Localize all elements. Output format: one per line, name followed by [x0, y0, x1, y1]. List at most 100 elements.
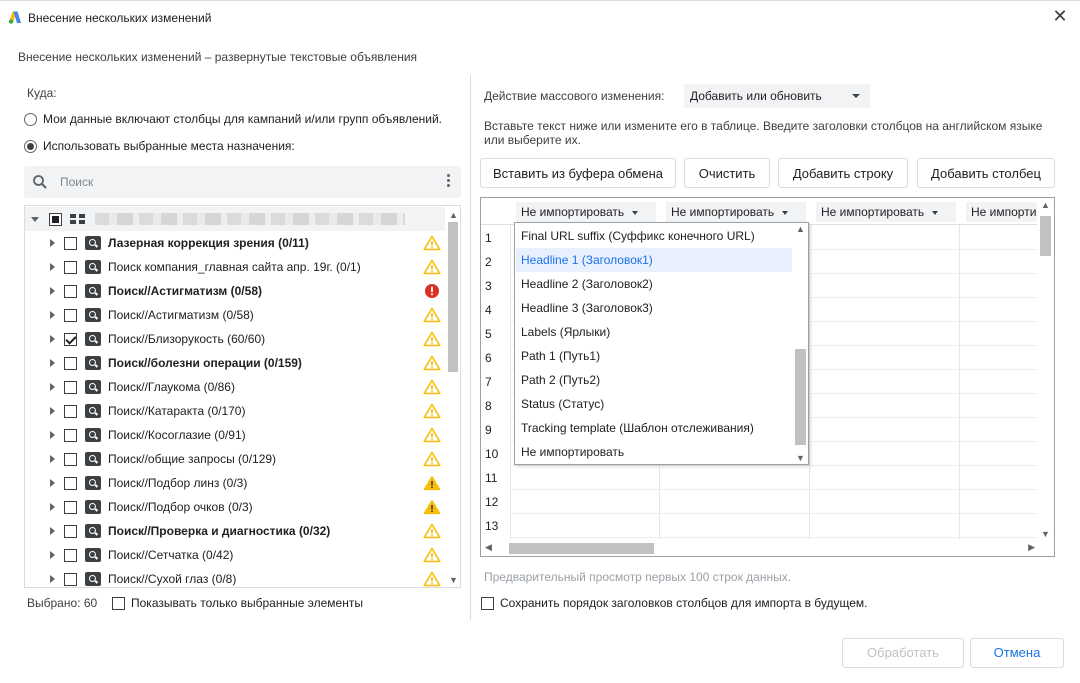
scrollbar-thumb[interactable]: [1040, 216, 1051, 256]
expand-caret-icon[interactable]: [50, 239, 55, 247]
expand-caret-icon[interactable]: [50, 335, 55, 343]
column-header-select[interactable]: Не импортировать: [666, 202, 806, 222]
expand-caret-icon[interactable]: [50, 263, 55, 271]
radio-data-includes-columns[interactable]: Мои данные включают столбцы для кампаний…: [24, 111, 442, 127]
scroll-up-icon[interactable]: ▲: [796, 224, 805, 234]
tree-row-campaign[interactable]: Поиск//Косоглазие (0/91): [25, 423, 445, 447]
warning-icon: [423, 427, 441, 443]
dropdown-option[interactable]: Labels (Ярлыки): [516, 320, 792, 344]
scrollbar-thumb[interactable]: [795, 349, 806, 445]
process-button[interactable]: Обработать: [842, 638, 964, 668]
save-column-order-checkbox[interactable]: [481, 596, 494, 610]
tree-row-campaign[interactable]: Поиск//Проверка и диагностика (0/32): [25, 519, 445, 543]
dropdown-option[interactable]: Tracking template (Шаблон отслеживания): [516, 416, 792, 440]
tree-row-campaign[interactable]: Поиск//Глаукома (0/86): [25, 375, 445, 399]
dropdown-option[interactable]: Headline 1 (Заголовок1): [516, 248, 792, 272]
tree-scrollbar[interactable]: ▲ ▼: [445, 206, 460, 587]
expand-caret-icon[interactable]: [50, 455, 55, 463]
close-icon[interactable]: ✕: [1050, 6, 1070, 26]
campaign-checkbox[interactable]: [64, 308, 77, 322]
dropdown-option[interactable]: Path 1 (Путь1): [516, 344, 792, 368]
add-column-button[interactable]: Добавить столбец: [917, 158, 1055, 188]
expand-caret-icon[interactable]: [50, 311, 55, 319]
scroll-right-icon[interactable]: ▶: [1028, 542, 1035, 553]
radio-button-selected[interactable]: [24, 139, 37, 153]
radio-use-selected-destinations[interactable]: Использовать выбранные места назначения:: [24, 138, 295, 154]
campaign-checkbox[interactable]: [64, 332, 77, 346]
clear-button[interactable]: Очистить: [684, 158, 770, 188]
paste-from-clipboard-button[interactable]: Вставить из буфера обмена: [480, 158, 676, 188]
campaign-checkbox[interactable]: [64, 380, 77, 394]
expand-caret-icon[interactable]: [50, 431, 55, 439]
cancel-button[interactable]: Отмена: [970, 638, 1064, 668]
dropdown-option[interactable]: Не импортировать: [516, 440, 792, 464]
search-input[interactable]: [58, 173, 418, 191]
dropdown-option[interactable]: Headline 2 (Заголовок2): [516, 272, 792, 296]
campaign-checkbox[interactable]: [64, 572, 77, 586]
dropdown-option[interactable]: Status (Статус): [516, 392, 792, 416]
save-column-order-option[interactable]: Сохранить порядок заголовков столбцов дл…: [481, 596, 868, 610]
campaign-checkbox[interactable]: [64, 476, 77, 490]
add-row-button[interactable]: Добавить строку: [778, 158, 908, 188]
root-checkbox[interactable]: [49, 212, 62, 226]
tree-row-campaign[interactable]: Поиск//болезни операции (0/159): [25, 351, 445, 375]
tree-row-campaign[interactable]: Поиск//общие запросы (0/129): [25, 447, 445, 471]
tree-row-campaign[interactable]: Поиск//Сухой глаз (0/8): [25, 567, 445, 587]
tree-row-campaign[interactable]: Поиск//Астигматизм (0/58): [25, 303, 445, 327]
campaign-checkbox[interactable]: [64, 260, 77, 274]
grid-horizontal-scrollbar[interactable]: ◀ ▶: [481, 540, 1041, 556]
campaign-checkbox[interactable]: [64, 404, 77, 418]
expand-caret-icon[interactable]: [50, 575, 55, 583]
expand-caret-icon[interactable]: [50, 551, 55, 559]
grid-row-line: [511, 537, 1041, 538]
tree-row-campaign[interactable]: Поиск компания_главная сайта апр. 19г. (…: [25, 255, 445, 279]
tree-row-campaign[interactable]: Поиск//Сетчатка (0/42): [25, 543, 445, 567]
campaign-checkbox[interactable]: [64, 356, 77, 370]
expand-caret-icon[interactable]: [31, 216, 39, 222]
scroll-left-icon[interactable]: ◀: [485, 542, 492, 553]
more-options-icon[interactable]: [447, 174, 451, 190]
tree-row-campaign[interactable]: Поиск//Катаракта (0/170): [25, 399, 445, 423]
expand-caret-icon[interactable]: [50, 287, 55, 295]
expand-caret-icon[interactable]: [50, 527, 55, 535]
campaign-checkbox[interactable]: [64, 284, 77, 298]
column-header-select[interactable]: Не импортировать: [816, 202, 956, 222]
expand-caret-icon[interactable]: [50, 479, 55, 487]
scroll-down-icon[interactable]: ▼: [1041, 529, 1050, 539]
campaign-checkbox[interactable]: [64, 428, 77, 442]
tree-row-campaign[interactable]: Поиск//Подбор очков (0/3): [25, 495, 445, 519]
column-type-dropdown[interactable]: Final URL suffix (Суффикс конечного URL)…: [514, 222, 809, 465]
tree-row-campaign[interactable]: Лазерная коррекция зрения (0/11): [25, 231, 445, 255]
column-header-select[interactable]: Не импортировать: [516, 202, 656, 222]
mass-action-select[interactable]: Добавить или обновить: [684, 84, 870, 108]
scroll-down-icon[interactable]: ▼: [449, 575, 458, 585]
expand-caret-icon[interactable]: [50, 503, 55, 511]
scrollbar-thumb[interactable]: [509, 543, 654, 554]
column-header-select[interactable]: Не импортировать: [966, 202, 1041, 222]
campaign-checkbox[interactable]: [64, 236, 77, 250]
grid-vertical-scrollbar[interactable]: ▲ ▼: [1037, 198, 1054, 541]
dropdown-option[interactable]: Path 2 (Путь2): [516, 368, 792, 392]
campaign-checkbox[interactable]: [64, 500, 77, 514]
scroll-up-icon[interactable]: ▲: [1041, 200, 1050, 210]
campaign-checkbox[interactable]: [64, 548, 77, 562]
show-only-selected-option[interactable]: Показывать только выбранные элементы: [112, 596, 363, 610]
expand-caret-icon[interactable]: [50, 407, 55, 415]
show-only-selected-checkbox[interactable]: [112, 596, 125, 610]
campaign-checkbox[interactable]: [64, 524, 77, 538]
expand-caret-icon[interactable]: [50, 383, 55, 391]
tree-row-campaign[interactable]: Поиск//Подбор линз (0/3): [25, 471, 445, 495]
scroll-up-icon[interactable]: ▲: [449, 210, 458, 220]
campaign-checkbox[interactable]: [64, 452, 77, 466]
tree-row-campaign[interactable]: Поиск//Близорукость (60/60): [25, 327, 445, 351]
scrollbar-thumb[interactable]: [448, 222, 458, 372]
search-bar[interactable]: [24, 166, 461, 198]
dropdown-option[interactable]: Headline 3 (Заголовок3): [516, 296, 792, 320]
tree-row-campaign[interactable]: Поиск//Астигматизм (0/58): [25, 279, 445, 303]
scroll-down-icon[interactable]: ▼: [796, 453, 805, 463]
expand-caret-icon[interactable]: [50, 359, 55, 367]
radio-button[interactable]: [24, 112, 37, 126]
tree-root-row[interactable]: [25, 207, 445, 231]
dropdown-option[interactable]: Final URL suffix (Суффикс конечного URL): [516, 224, 792, 248]
dropdown-scrollbar[interactable]: ▲ ▼: [793, 223, 808, 464]
